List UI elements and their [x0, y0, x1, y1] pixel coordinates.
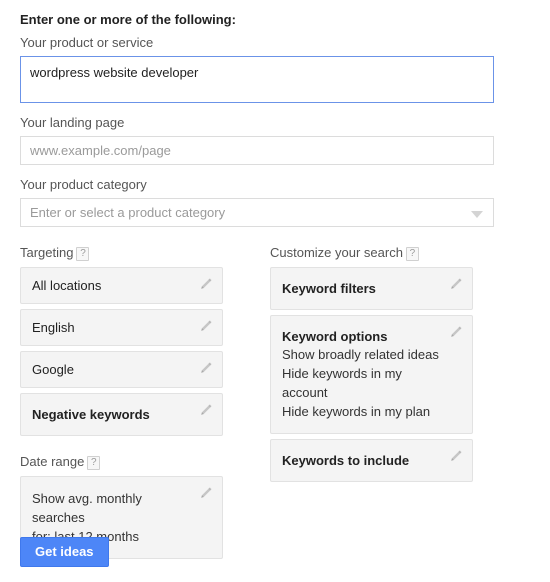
date-range-help-icon[interactable]: ?	[87, 456, 101, 470]
date-range-label-text: Date range	[20, 454, 85, 469]
pencil-icon[interactable]	[449, 325, 463, 339]
keyword-planner-form-page: Enter one or more of the following: Your…	[0, 0, 550, 582]
product-category-field-block: Your product category Enter or select a …	[20, 175, 494, 227]
keyword-options-card[interactable]: Keyword options Show broadly related ide…	[270, 315, 473, 434]
targeting-column: Targeting? All locations English Google …	[20, 244, 223, 564]
page-title: Enter one or more of the following:	[20, 12, 236, 27]
customize-search-help-icon[interactable]: ?	[405, 247, 419, 261]
landing-page-field-block: Your landing page www.example.com/page	[20, 113, 494, 165]
targeting-label: Targeting?	[20, 244, 223, 262]
customize-search-column: Customize your search? Keyword filters K…	[270, 244, 473, 487]
pencil-icon[interactable]	[199, 403, 213, 417]
targeting-label-text: Targeting	[20, 245, 74, 260]
landing-page-input[interactable]: www.example.com/page	[20, 136, 494, 165]
pencil-icon[interactable]	[199, 277, 213, 291]
keywords-to-include-title: Keywords to include	[282, 453, 410, 468]
date-range-label: Date range?	[20, 453, 223, 471]
date-range-line-1: Show avg. monthly searches	[32, 491, 142, 525]
enter-criteria-section: Enter one or more of the following: Your…	[20, 11, 494, 237]
keyword-options-title: Keyword options	[282, 329, 388, 344]
product-category-select[interactable]: Enter or select a product category	[20, 198, 494, 227]
keyword-filters-card[interactable]: Keyword filters	[270, 267, 473, 310]
targeting-card-title: Negative keywords	[32, 407, 150, 422]
targeting-card-title: All locations	[32, 278, 102, 293]
targeting-card-google[interactable]: Google	[20, 351, 223, 388]
targeting-card-all-locations[interactable]: All locations	[20, 267, 223, 304]
targeting-card-title: Google	[32, 362, 74, 377]
product-category-label: Your product category	[20, 177, 147, 192]
customize-search-label: Customize your search?	[270, 244, 473, 262]
keyword-options-line: Hide keywords in my account	[282, 366, 402, 400]
pencil-icon[interactable]	[449, 449, 463, 463]
targeting-card-negative-keywords[interactable]: Negative keywords	[20, 393, 223, 436]
keyword-options-line: Hide keywords in my plan	[282, 404, 431, 419]
pencil-icon[interactable]	[199, 361, 213, 375]
pencil-icon[interactable]	[199, 486, 213, 500]
pencil-icon[interactable]	[199, 319, 213, 333]
targeting-card-english[interactable]: English	[20, 309, 223, 346]
keyword-options-line: Show broadly related ideas	[282, 347, 439, 362]
product-or-service-input[interactable]: wordpress website developer	[20, 56, 494, 103]
targeting-help-icon[interactable]: ?	[76, 247, 90, 261]
chevron-down-icon	[471, 211, 483, 218]
product-or-service-field-block: Your product or service wordpress websit…	[20, 33, 494, 103]
get-ideas-button[interactable]: Get ideas	[20, 537, 109, 567]
product-category-placeholder: Enter or select a product category	[30, 205, 226, 220]
column-spacer	[20, 441, 223, 453]
keywords-to-include-card[interactable]: Keywords to include	[270, 439, 473, 482]
keyword-filters-title: Keyword filters	[282, 281, 376, 296]
product-or-service-label: Your product or service	[20, 35, 154, 50]
targeting-card-title: English	[32, 320, 75, 335]
landing-page-label: Your landing page	[20, 115, 125, 130]
pencil-icon[interactable]	[449, 277, 463, 291]
customize-search-label-text: Customize your search	[270, 245, 403, 260]
